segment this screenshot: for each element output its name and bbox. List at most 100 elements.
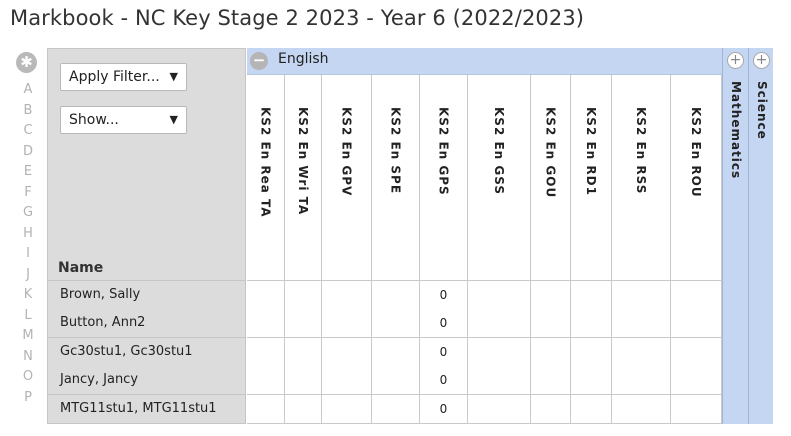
mark-cell[interactable] xyxy=(247,338,285,367)
column-header-label: KS2 En RSS xyxy=(634,107,648,195)
mark-cell[interactable] xyxy=(285,309,322,338)
column-header-label: KS2 En RD1 xyxy=(584,107,598,196)
column-header[interactable]: KS2 En GSS xyxy=(468,75,531,281)
show-label: Show... xyxy=(69,112,119,128)
column-header[interactable]: KS2 En RSS xyxy=(612,75,671,281)
mark-cell[interactable] xyxy=(285,338,322,367)
row-letter: K xyxy=(23,287,33,302)
student-name-cell[interactable]: Brown, Sally xyxy=(47,281,246,310)
row-letter: E xyxy=(23,164,33,179)
mark-cell[interactable] xyxy=(531,366,571,395)
mark-cell[interactable] xyxy=(468,338,531,367)
column-header[interactable]: KS2 En GPS xyxy=(420,75,468,281)
mark-cell[interactable] xyxy=(247,309,285,338)
column-header[interactable]: KS2 En Rea TA xyxy=(247,75,285,281)
chevron-down-icon: ▼ xyxy=(169,113,178,126)
mark-cell[interactable] xyxy=(322,366,372,395)
gear-icon[interactable]: ✱ xyxy=(16,52,37,73)
mark-cell[interactable] xyxy=(531,309,571,338)
group-label: English xyxy=(278,51,329,67)
column-header[interactable]: KS2 En RD1 xyxy=(571,75,612,281)
mark-cell[interactable]: 0 xyxy=(420,395,468,424)
column-header[interactable]: KS2 En GOU xyxy=(531,75,571,281)
mark-cell[interactable] xyxy=(285,366,322,395)
row-letter: O xyxy=(22,369,34,384)
collapsed-group-mathematics: + Mathematics xyxy=(722,48,748,424)
row-letter: C xyxy=(23,123,33,138)
column-header[interactable]: KS2 En Wri TA xyxy=(285,75,322,281)
page-title: Markbook - NC Key Stage 2 2023 - Year 6 … xyxy=(10,6,585,30)
column-header-label: KS2 En Rea TA xyxy=(258,107,273,218)
expand-group-button[interactable]: + xyxy=(753,52,770,69)
column-header[interactable]: KS2 En SPE xyxy=(372,75,420,281)
collapse-group-button[interactable]: − xyxy=(250,52,268,70)
mark-cell[interactable]: 0 xyxy=(420,338,468,367)
row-letter: J xyxy=(26,266,30,282)
student-name-cell[interactable]: Gc30stu1, Gc30stu1 xyxy=(47,338,246,367)
mark-cell[interactable] xyxy=(247,395,285,424)
mark-cell[interactable] xyxy=(612,281,671,310)
apply-filter-dropdown[interactable]: Apply Filter... ▼ xyxy=(60,63,187,91)
mark-cell[interactable] xyxy=(372,366,420,395)
mark-cell[interactable] xyxy=(571,395,612,424)
mark-cell[interactable] xyxy=(671,395,722,424)
mark-cell[interactable]: 0 xyxy=(420,281,468,310)
row-letter: P xyxy=(24,389,32,405)
row-letter-index: ABCDEFGHIJKLMNOP xyxy=(18,80,38,408)
mark-cell[interactable] xyxy=(247,366,285,395)
mark-cell[interactable] xyxy=(372,395,420,424)
mark-cell[interactable] xyxy=(468,395,531,424)
mark-cell[interactable] xyxy=(322,309,372,338)
mark-cell[interactable] xyxy=(531,281,571,310)
english-group-header: − English xyxy=(247,48,722,75)
mark-cell[interactable] xyxy=(247,281,285,310)
mark-cell[interactable] xyxy=(322,338,372,367)
mark-cell[interactable] xyxy=(468,366,531,395)
name-column-header: Apply Filter... ▼ Show... ▼ Name xyxy=(47,48,246,281)
collapsed-group-science: + Science xyxy=(748,48,773,424)
mark-cell[interactable] xyxy=(372,281,420,310)
chevron-down-icon: ▼ xyxy=(169,70,178,83)
column-header-label: KS2 En SPE xyxy=(388,107,403,195)
column-header[interactable]: KS2 En ROU xyxy=(671,75,722,281)
mark-cell[interactable] xyxy=(531,395,571,424)
row-letter: L xyxy=(24,307,32,323)
column-header-label: KS2 En GPV xyxy=(339,107,354,197)
mark-cell[interactable] xyxy=(322,281,372,310)
row-letter: G xyxy=(22,205,34,220)
mark-cell[interactable] xyxy=(612,338,671,367)
row-letter: A xyxy=(23,82,33,97)
column-header-label: KS2 En GOU xyxy=(543,107,558,199)
mark-cell[interactable] xyxy=(671,309,722,338)
mark-cell[interactable] xyxy=(468,281,531,310)
mark-cell[interactable] xyxy=(571,309,612,338)
mark-cell[interactable] xyxy=(671,366,722,395)
mark-cell[interactable] xyxy=(612,309,671,338)
student-name-cell[interactable]: MTG11stu1, MTG11stu1 xyxy=(47,395,246,424)
mark-cell[interactable] xyxy=(285,281,322,310)
mark-cell[interactable] xyxy=(468,309,531,338)
mark-cell[interactable] xyxy=(285,395,322,424)
mark-cell[interactable] xyxy=(612,395,671,424)
student-name-cell[interactable]: Button, Ann2 xyxy=(47,309,246,338)
mark-cell[interactable] xyxy=(671,281,722,310)
student-name-cell[interactable]: Jancy, Jancy xyxy=(47,366,246,395)
mark-cell[interactable] xyxy=(372,338,420,367)
mark-cell[interactable]: 0 xyxy=(420,366,468,395)
mark-cell[interactable] xyxy=(571,281,612,310)
mark-cell[interactable] xyxy=(531,338,571,367)
group-label: Science xyxy=(755,81,769,140)
show-dropdown[interactable]: Show... ▼ xyxy=(60,106,187,134)
mark-cell[interactable] xyxy=(671,338,722,367)
mark-cell[interactable] xyxy=(612,366,671,395)
name-header-label[interactable]: Name xyxy=(58,260,103,276)
column-header-label: KS2 En Wri TA xyxy=(296,107,310,216)
mark-cell[interactable] xyxy=(372,309,420,338)
mark-cell[interactable]: 0 xyxy=(420,309,468,338)
column-header[interactable]: KS2 En GPV xyxy=(322,75,372,281)
row-letter: M xyxy=(22,328,34,343)
mark-cell[interactable] xyxy=(571,366,612,395)
mark-cell[interactable] xyxy=(322,395,372,424)
expand-group-button[interactable]: + xyxy=(727,52,744,69)
mark-cell[interactable] xyxy=(571,338,612,367)
